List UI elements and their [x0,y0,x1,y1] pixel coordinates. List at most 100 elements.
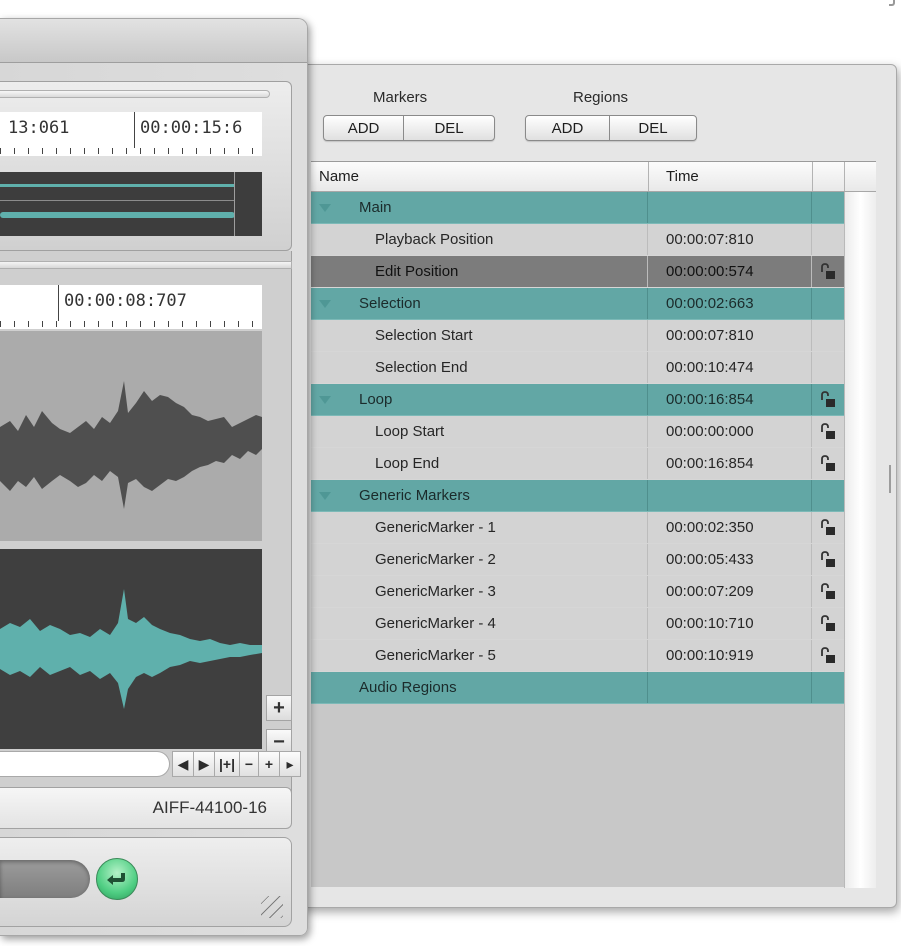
return-button[interactable] [96,858,138,900]
row-lock-cell[interactable] [812,480,844,511]
waveform-track-right[interactable] [0,549,262,749]
group-row[interactable]: Selection 00:00:02:663 [311,288,844,320]
row-name-cell: Selection End [311,352,648,383]
row-name: GenericMarker - 4 [375,615,496,632]
marker-row[interactable]: Loop Start 00:00:00:000 [311,416,844,448]
row-time [648,672,812,703]
row-lock-cell[interactable] [812,544,844,575]
table-header: Name Time [311,162,876,192]
row-lock-cell[interactable] [812,576,844,607]
markers-add-button[interactable]: ADD [324,116,403,140]
row-lock-cell[interactable] [812,672,844,703]
column-divider [648,162,649,191]
row-name: Playback Position [375,231,494,248]
marker-row[interactable]: Edit Position 00:00:00:574 [311,256,844,288]
row-name-cell: Loop End [311,448,648,479]
unlock-icon [821,582,835,599]
row-time: 00:00:07:209 [648,576,812,607]
column-header-name[interactable]: Name [319,162,359,191]
row-lock-cell[interactable] [812,320,844,351]
overview-ruler: 13:061 00:00:15:6 [0,112,262,156]
row-lock-cell[interactable] [812,640,844,671]
row-lock-cell[interactable] [812,448,844,479]
unlock-icon [821,614,835,631]
row-name: Edit Position [375,263,459,280]
zoom-in-button[interactable]: + [266,695,292,721]
marker-row[interactable]: GenericMarker - 3 00:00:07:209 [311,576,844,608]
markers-table: Name Time Main Playback Position 00:00:07:… [311,161,876,888]
row-name: Generic Markers [359,487,470,504]
row-time [648,192,812,223]
more-arrow-button[interactable]: ▸ [279,751,301,777]
marker-row[interactable]: Selection End 00:00:10:474 [311,352,844,384]
row-time: 00:00:10:919 [648,640,812,671]
horizontal-scrollbar[interactable] [0,751,170,777]
marker-row[interactable]: Selection Start 00:00:07:810 [311,320,844,352]
group-row[interactable]: Loop 00:00:16:854 [311,384,844,416]
unlock-icon [821,422,835,439]
row-time: 00:00:00:000 [648,416,812,447]
marker-row[interactable]: GenericMarker - 5 00:00:10:919 [311,640,844,672]
scroll-right-button[interactable]: ▶ [193,751,215,777]
zoom-plus-button[interactable]: + [258,751,280,777]
editor-toolbar [0,19,307,63]
disclosure-triangle-icon[interactable] [319,492,331,500]
markers-label: Markers [373,89,428,106]
column-header-time[interactable]: Time [666,162,699,191]
row-time [648,480,812,511]
text-field-pill[interactable] [0,860,90,898]
markers-regions-drawer: Markers Regions ADD DEL ADD DEL Name Tim… [300,64,897,908]
regions-del-button[interactable]: DEL [609,116,696,140]
row-name: Selection End [375,359,468,376]
row-name-cell: GenericMarker - 2 [311,544,648,575]
unlock-icon [821,390,835,407]
resize-grip-icon[interactable] [261,896,283,918]
marker-row[interactable]: GenericMarker - 2 00:00:05:433 [311,544,844,576]
format-bar: AIFF-44100-16 [0,787,292,829]
row-lock-cell[interactable] [812,608,844,639]
row-lock-cell[interactable] [812,352,844,383]
vertical-scrollbar[interactable] [844,192,876,888]
markers-del-button[interactable]: DEL [403,116,494,140]
row-lock-cell[interactable] [812,384,844,415]
row-time: 00:00:10:710 [648,608,812,639]
row-time: 00:00:05:433 [648,544,812,575]
waveform-right-svg [0,589,262,709]
regions-add-button[interactable]: ADD [526,116,609,140]
ruler-marker-line [58,285,59,321]
disclosure-triangle-icon[interactable] [319,300,331,308]
unlock-icon [821,262,835,279]
overview-separator [0,200,235,201]
group-row[interactable]: Generic Markers [311,480,844,512]
disclosure-triangle-icon[interactable] [319,204,331,212]
overview-scroller[interactable] [0,90,270,98]
drawer-resize-handle[interactable] [889,465,891,493]
marker-row[interactable]: GenericMarker - 4 00:00:10:710 [311,608,844,640]
row-lock-cell[interactable] [812,224,844,255]
ruler-ticks [0,321,262,327]
waveform-top-scroller[interactable] [0,261,292,269]
overview-waveform[interactable] [0,172,262,236]
zoom-minus-button[interactable]: − [239,751,259,777]
marker-row[interactable]: GenericMarker - 1 00:00:02:350 [311,512,844,544]
marker-row[interactable]: Playback Position 00:00:07:810 [311,224,844,256]
group-row[interactable]: Audio Regions [311,672,844,704]
row-lock-cell[interactable] [812,288,844,319]
regions-label: Regions [573,89,629,106]
ruler-marker-line [134,112,135,148]
waveform-panel: 00:00:08:707 + − [0,251,292,811]
overview-ruler-left-time: 13:061 [8,118,70,138]
row-time: 00:00:16:854 [648,384,812,415]
row-name: Audio Regions [359,679,457,696]
row-lock-cell[interactable] [812,416,844,447]
waveform-track-left[interactable] [0,331,262,541]
row-lock-cell[interactable] [812,192,844,223]
group-row[interactable]: Main [311,192,844,224]
overview-panel: 13:061 00:00:15:6 [0,81,292,251]
zoom-fit-button[interactable]: |+| [214,751,240,777]
disclosure-triangle-icon[interactable] [319,396,331,404]
marker-row[interactable]: Loop End 00:00:16:854 [311,448,844,480]
scroll-left-button[interactable]: ◀ [172,751,194,777]
row-lock-cell[interactable] [812,256,844,287]
row-lock-cell[interactable] [812,512,844,543]
